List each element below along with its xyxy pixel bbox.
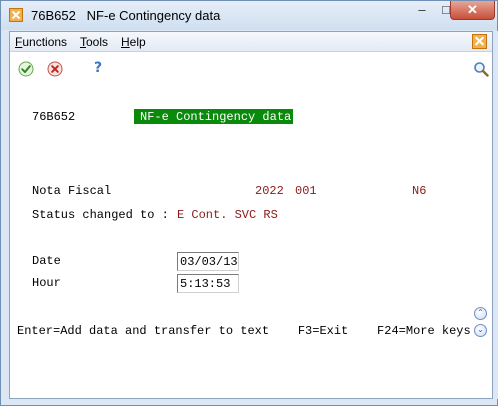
menu-logo-icon [472,34,487,49]
screen-title: NF-e Contingency data [134,109,294,124]
toolbar: ? [10,53,492,83]
red-x-icon[interactable] [47,61,63,77]
page-up-icon[interactable]: ⌃ [474,307,487,320]
client-area: Functions Tools Help ? 76B652 NF-e Conti… [9,31,493,399]
green-check-icon[interactable] [18,61,34,77]
menu-functions[interactable]: Functions [15,35,67,49]
menu-help[interactable]: Help [121,35,146,49]
date-label: Date [32,254,61,268]
terminal-screen: 76B652 NF-e Contingency data Nota Fiscal… [10,83,492,398]
menu-tools[interactable]: Tools [80,35,108,49]
program-id: 76B652 [32,110,76,124]
minimize-button[interactable]: – [410,1,434,20]
application-window: 76B652 NF-e Contingency data – □ ✕ Funct… [0,0,498,406]
menu-bar: Functions Tools Help [10,32,492,52]
title-bar[interactable]: 76B652 NF-e Contingency data – □ ✕ [1,1,497,30]
window-border [494,31,498,399]
menu-help-mnemonic: H [121,35,130,49]
menu-help-label: elp [129,35,146,49]
nota-fiscal-label: Nota Fiscal [32,184,112,198]
page-down-icon[interactable]: ⌄ [474,324,487,337]
magnifier-icon[interactable] [473,61,489,77]
hour-field[interactable]: 5:13:53 [177,274,239,293]
menu-tools-label: ools [86,35,109,49]
close-button[interactable]: ✕ [450,1,495,20]
window-title: 76B652 NF-e Contingency data [31,8,221,23]
function-keys-line: Enter=Add data and transfer to text F3=E… [17,324,471,338]
date-field[interactable]: 03/03/13 [177,252,239,271]
nota-fiscal-code: N6 [412,184,427,198]
help-icon[interactable]: ? [94,60,106,76]
hour-label: Hour [32,276,61,290]
menu-functions-label: unctions [22,35,68,49]
app-logo-icon [9,8,23,22]
status-value: E Cont. SVC RS [177,208,278,222]
status-label: Status changed to : [32,208,169,222]
nota-fiscal-year: 2022 [255,184,284,198]
nota-fiscal-series: 001 [295,184,317,198]
